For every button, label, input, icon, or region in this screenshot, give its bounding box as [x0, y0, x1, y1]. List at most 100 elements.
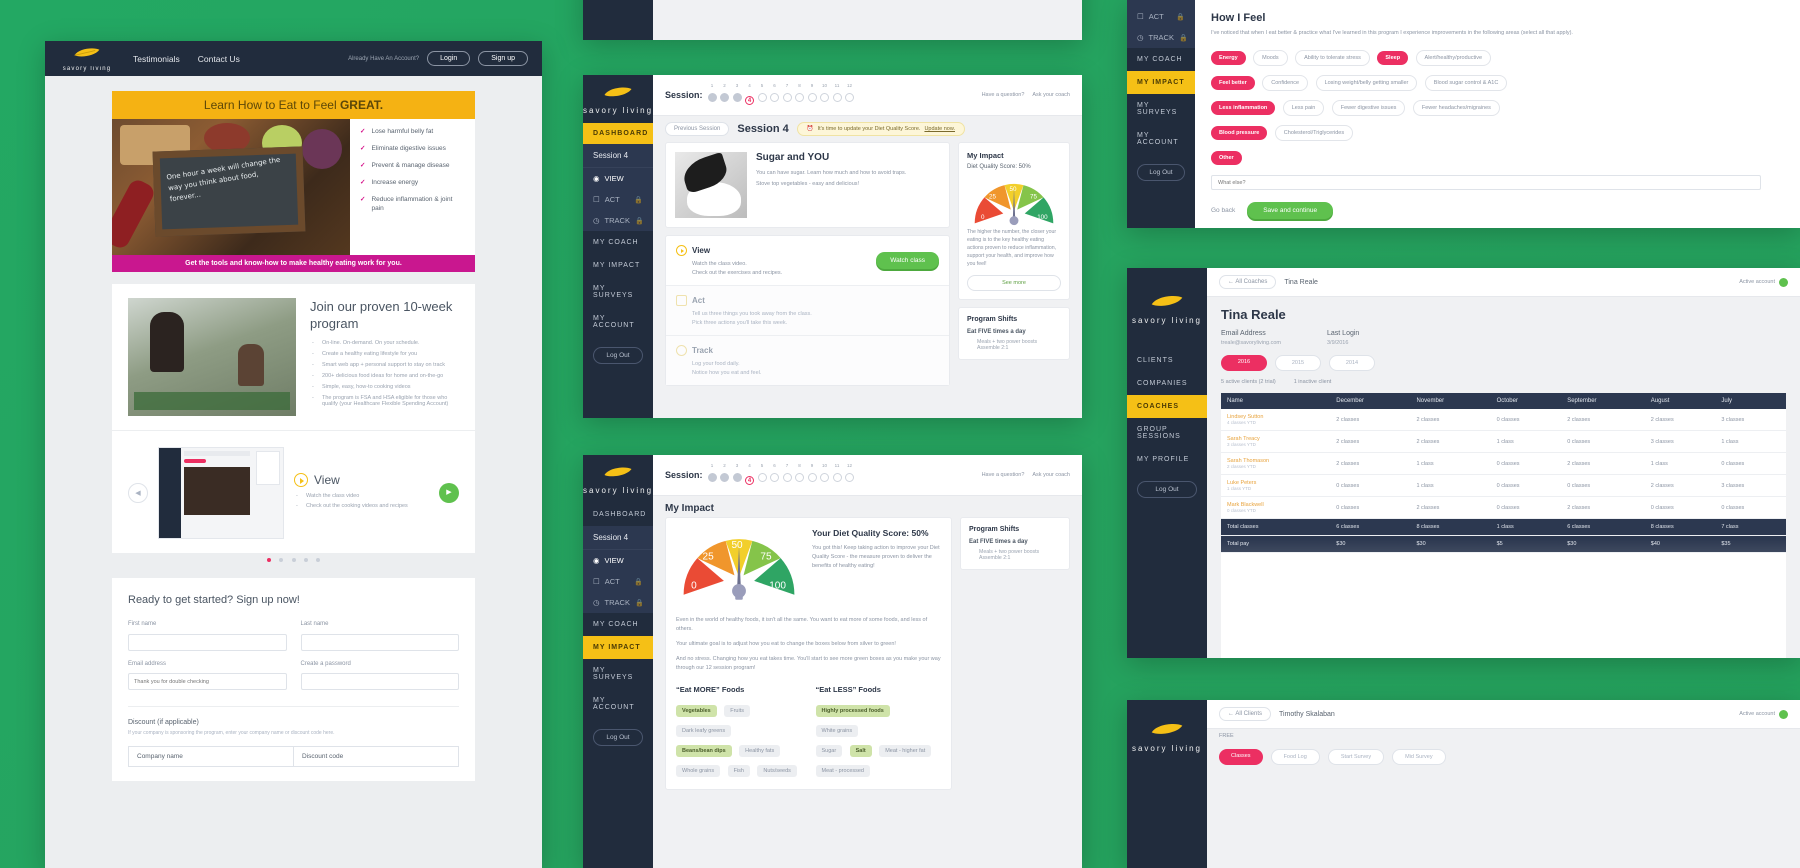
- other-input[interactable]: [1211, 175, 1762, 190]
- food-tag[interactable]: Salt: [849, 745, 872, 757]
- tab-classes[interactable]: Classes: [1219, 749, 1263, 765]
- session-dot[interactable]: 6: [770, 463, 780, 487]
- food-tag[interactable]: Fruits: [724, 705, 750, 717]
- password-input[interactable]: [300, 673, 459, 690]
- feel-tag[interactable]: Ability to tolerate stress: [1295, 50, 1370, 66]
- sidebar-item-companies[interactable]: COMPANIES: [1127, 372, 1207, 395]
- tab-mid-survey[interactable]: Mid Survey: [1392, 749, 1446, 765]
- sidebar-item-my-coach[interactable]: MY COACH: [583, 613, 653, 636]
- session-dot[interactable]: 8: [795, 83, 805, 107]
- session-dot[interactable]: 1: [707, 463, 717, 487]
- ask-coach-link[interactable]: Ask your coach: [1032, 92, 1070, 98]
- sidebar-item-my-account[interactable]: MY ACCOUNT: [1127, 124, 1195, 154]
- carousel-prev-button[interactable]: ◀: [128, 483, 148, 503]
- food-tag[interactable]: Meat - processed: [815, 765, 870, 777]
- feel-tag[interactable]: Moods: [1253, 50, 1288, 66]
- sidebar-item-my-surveys[interactable]: MY SURVEYS: [583, 277, 653, 307]
- sidebar-brand[interactable]: savory living: [1127, 268, 1207, 333]
- food-tag[interactable]: Dark leafy greens: [676, 725, 732, 737]
- sidebar-item-my-impact[interactable]: MY IMPACT: [583, 636, 653, 659]
- sidebar-item-track[interactable]: ◷ TRACK 🔒: [583, 210, 653, 231]
- feel-tag[interactable]: Losing weight/belly getting smaller: [1315, 75, 1418, 91]
- sidebar-item-group-sessions[interactable]: GROUP SESSIONS: [1127, 418, 1207, 448]
- sidebar-brand[interactable]: savory living: [583, 455, 653, 503]
- session-dot[interactable]: 2: [720, 463, 730, 487]
- session-dot[interactable]: 12: [845, 83, 855, 107]
- sidebar-item-track[interactable]: ◷ TRACK 🔒: [583, 592, 653, 613]
- food-tag[interactable]: Whole grains: [676, 765, 721, 777]
- session-dot[interactable]: 7: [782, 463, 792, 487]
- go-back-button[interactable]: Go back: [1211, 207, 1235, 214]
- logout-button[interactable]: Log Out: [593, 729, 643, 746]
- feel-tag[interactable]: Sleep: [1377, 51, 1409, 65]
- food-tag[interactable]: Beans/bean dips: [676, 745, 732, 757]
- food-tag[interactable]: Vegetables: [676, 705, 717, 717]
- save-continue-button[interactable]: Save and continue: [1247, 202, 1334, 219]
- sidebar-item-my-impact[interactable]: MY IMPACT: [583, 254, 653, 277]
- session-dot[interactable]: 5: [757, 83, 767, 107]
- table-row[interactable]: Sarah Thomason 2 classes YTD 2 classes 1 …: [1221, 452, 1786, 475]
- sidebar-item-view[interactable]: ◉ VIEW: [583, 168, 653, 189]
- feel-tag[interactable]: Feel better: [1211, 76, 1255, 90]
- signup-button[interactable]: Sign up: [478, 51, 528, 66]
- brand-logo[interactable]: savory living: [59, 45, 115, 72]
- session-dot[interactable]: 3: [732, 83, 742, 107]
- logout-button[interactable]: Log Out: [593, 347, 643, 364]
- food-tag[interactable]: Meat - higher fat: [879, 745, 932, 757]
- table-row[interactable]: Mark Blackwell 0 classes YTD 0 classes 2 …: [1221, 496, 1786, 519]
- sidebar-item-my-coach[interactable]: MY COACH: [1127, 48, 1195, 71]
- update-now-link[interactable]: Update now.: [924, 126, 955, 132]
- ask-coach-link[interactable]: Ask your coach: [1032, 472, 1070, 478]
- back-to-clients-button[interactable]: ← All Clients: [1219, 707, 1272, 721]
- sidebar-item-my-surveys[interactable]: MY SURVEYS: [1127, 94, 1195, 124]
- feel-tag[interactable]: Blood sugar control & A1C: [1424, 75, 1508, 91]
- year-filter[interactable]: 2016 2015 2014: [1221, 355, 1786, 371]
- feel-tag[interactable]: Blood pressure: [1211, 126, 1268, 140]
- client-name-cell[interactable]: Lindsey Sutton 4 classes YTD: [1221, 409, 1331, 431]
- session-dot[interactable]: 2: [720, 83, 730, 107]
- session-dot[interactable]: 10: [820, 463, 830, 487]
- feel-tag[interactable]: Fewer digestive issues: [1331, 100, 1406, 116]
- feel-tag[interactable]: Fewer headaches/migraines: [1412, 100, 1500, 116]
- food-tag[interactable]: Nuts/seeds: [757, 765, 797, 777]
- session-dot[interactable]: 11: [832, 83, 842, 107]
- back-to-coaches-button[interactable]: ← All Coaches: [1219, 275, 1277, 289]
- logout-button[interactable]: Log Out: [1137, 164, 1185, 181]
- sidebar-item-dashboard[interactable]: DASHBOARD: [583, 123, 653, 144]
- question-link[interactable]: Have a question?: [982, 92, 1025, 98]
- sidebar-item-my-impact[interactable]: MY IMPACT: [1127, 71, 1195, 94]
- logout-button[interactable]: Log Out: [1137, 481, 1197, 498]
- session-dot[interactable]: 9: [807, 83, 817, 107]
- carousel-dots[interactable]: [45, 549, 542, 567]
- tab-food-log[interactable]: Food Log: [1270, 749, 1320, 765]
- session-dot[interactable]: 3: [732, 463, 742, 487]
- question-link[interactable]: Have a question?: [982, 472, 1025, 478]
- session-dot[interactable]: 6: [770, 83, 780, 107]
- session-dot[interactable]: 8: [795, 463, 805, 487]
- session-dot[interactable]: 10: [820, 83, 830, 107]
- session-dot-current[interactable]: 44: [745, 463, 755, 487]
- sidebar-item-act[interactable]: ☐ ACT 🔒: [583, 189, 653, 210]
- food-tag[interactable]: Healthy fats: [739, 745, 781, 757]
- client-name-cell[interactable]: Sarah Treacy 3 classes YTD: [1221, 430, 1331, 453]
- session-dots[interactable]: 1 2 3 44 5 6 7 8 9 10 11 12: [707, 83, 855, 107]
- company-name-field[interactable]: Company name: [129, 747, 294, 766]
- year-2015-button[interactable]: 2015: [1275, 355, 1321, 371]
- update-score-alert[interactable]: ⏰ It's time to update your Diet Quality …: [796, 122, 966, 136]
- see-more-button[interactable]: See more: [967, 275, 1061, 291]
- sidebar-item-view[interactable]: ◉ VIEW: [583, 550, 653, 571]
- feel-tag[interactable]: Less inflammation: [1211, 101, 1276, 115]
- session-dot[interactable]: 9: [807, 463, 817, 487]
- tab-start-survey[interactable]: Start Survey: [1327, 749, 1385, 765]
- sidebar-item-my-coach[interactable]: MY COACH: [583, 231, 653, 254]
- sidebar-item-track[interactable]: ◷ TRACK 🔒: [1127, 27, 1195, 48]
- session-dots[interactable]: 1 2 3 44 5 6 7 8 9 10 11 12: [707, 463, 855, 487]
- table-row[interactable]: Luke Peters 1 class YTD 0 classes 1 class…: [1221, 474, 1786, 497]
- feel-tag[interactable]: Less pain: [1282, 100, 1325, 116]
- feel-tag[interactable]: Cholesterol/Triglycerides: [1274, 125, 1354, 141]
- sidebar-item-act[interactable]: ☐ ACT 🔒: [1127, 6, 1195, 27]
- sidebar-item-my-account[interactable]: MY ACCOUNT: [583, 307, 653, 337]
- client-tabs[interactable]: Classes Food Log Start Survey Mid Survey: [1207, 743, 1800, 771]
- carousel-next-button[interactable]: ▶: [439, 483, 459, 503]
- sidebar-item-clients[interactable]: CLIENTS: [1127, 349, 1207, 372]
